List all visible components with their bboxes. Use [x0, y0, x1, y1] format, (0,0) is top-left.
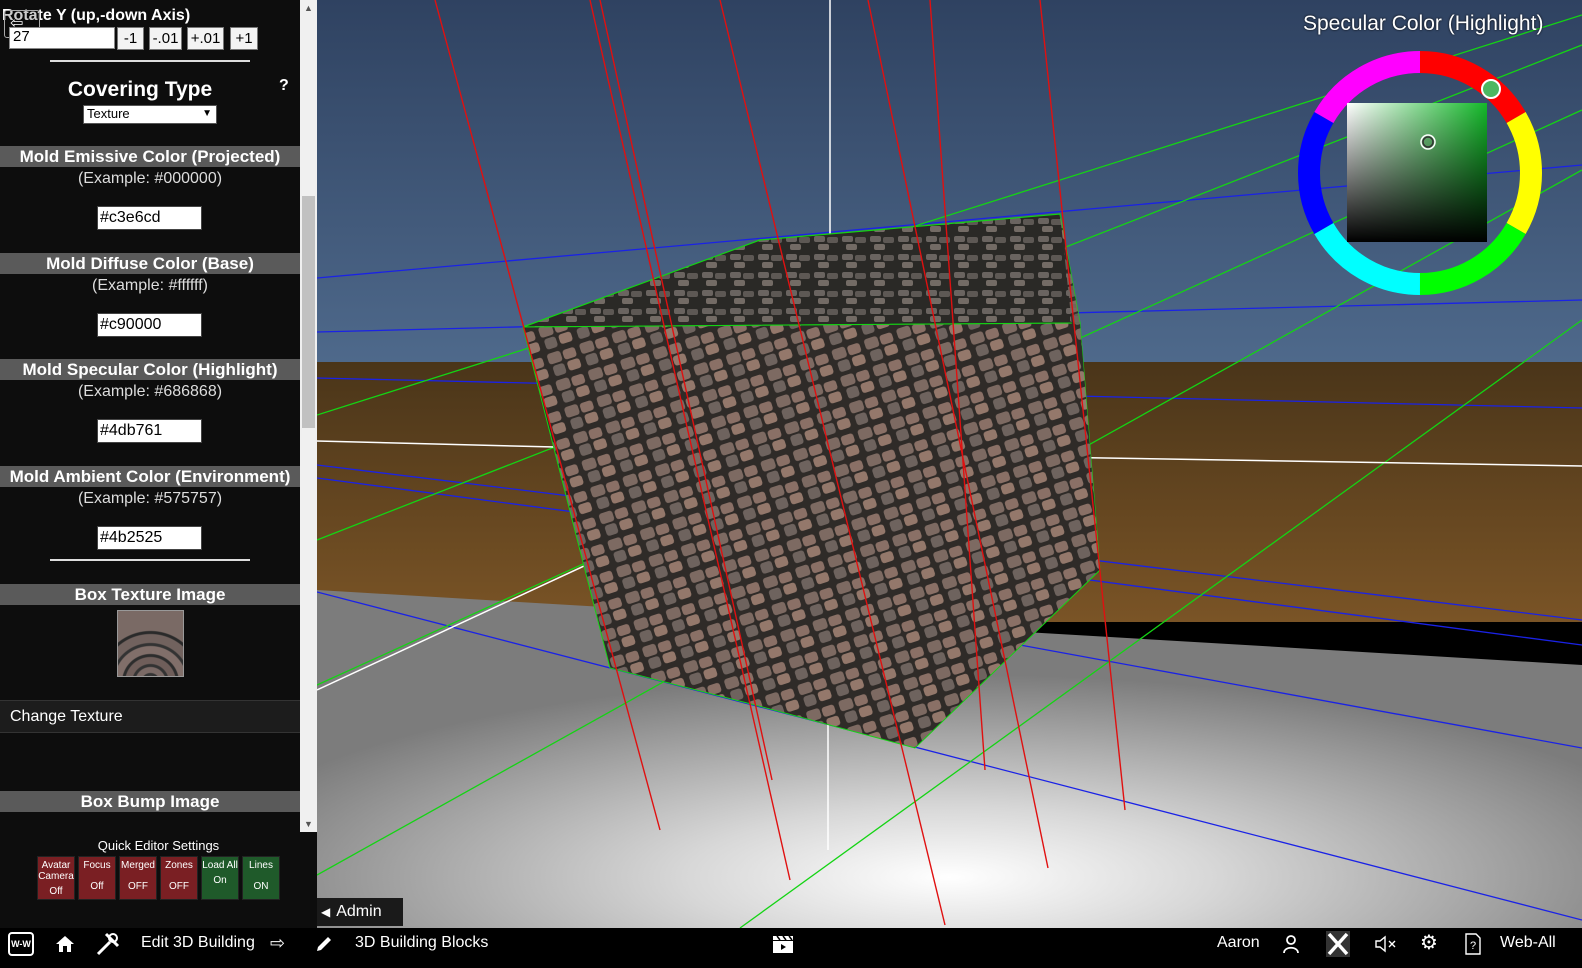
box-texture-thumbnail[interactable] [117, 610, 184, 677]
panel-scrollbar[interactable]: ▲ ▼ [300, 0, 317, 832]
specular-example: (Example: #686868) [77, 383, 223, 400]
3d-viewport[interactable] [317, 0, 1582, 928]
avatar-camera-toggle[interactable]: Avatar Camera Off [37, 856, 75, 900]
scroll-down-icon[interactable]: ▼ [300, 816, 317, 832]
scrollbar-thumb[interactable] [302, 196, 315, 428]
ambient-color-input[interactable]: #4b2525 [97, 526, 202, 550]
close-editor-icon[interactable] [1325, 928, 1353, 960]
toggle-label: Load All [202, 860, 238, 871]
chevron-down-icon: ▼ [202, 108, 212, 119]
specular-color-input[interactable]: #4db761 [97, 419, 202, 443]
edit-3d-building-link[interactable]: Edit 3D Building [141, 928, 255, 960]
specular-color-picker[interactable] [1295, 48, 1545, 298]
quick-editor-settings: Quick Editor Settings Avatar Camera Off … [0, 832, 317, 928]
help-icon[interactable]: ? [1464, 928, 1484, 960]
editor-panel-content: Rotate Y (up,-down Axis) ⇦ 27 -1 -.01 +.… [0, 0, 300, 832]
toggle-state: OFF [128, 881, 148, 892]
diffuse-section-title: Mold Diffuse Color (Base) [0, 253, 300, 274]
pencil-icon[interactable] [315, 928, 335, 960]
admin-label: Admin [336, 903, 382, 920]
rotate-minus-1-button[interactable]: -1 [117, 27, 144, 50]
diffuse-example: (Example: #ffffff) [92, 277, 208, 294]
ambient-example: (Example: #575757) [77, 490, 223, 507]
rotate-y-input[interactable]: 27 [9, 27, 115, 49]
svg-text:?: ? [1470, 940, 1476, 952]
divider [50, 559, 250, 561]
toggle-label: Merged [121, 860, 155, 871]
covering-type-title: Covering Type [67, 78, 213, 101]
covering-type-value: Texture [87, 106, 130, 121]
hue-handle[interactable] [1481, 79, 1501, 99]
toggle-state: OFF [169, 881, 189, 892]
arrow-right-icon[interactable]: ⇨ [270, 928, 290, 960]
change-texture-button[interactable]: Change Texture [0, 700, 300, 733]
toggle-state: Off [90, 881, 104, 892]
ambient-section-title: Mold Ambient Color (Environment) [0, 466, 300, 487]
user-name[interactable]: Aaron [1217, 928, 1260, 960]
toggle-label: Avatar Camera [38, 860, 74, 882]
admin-tab[interactable]: ◀ Admin [317, 898, 403, 926]
tools-icon[interactable] [95, 928, 123, 960]
clapperboard-icon[interactable] [772, 928, 794, 960]
lines-toggle[interactable]: Lines ON [242, 856, 280, 900]
toggle-state: On [213, 875, 227, 886]
caret-left-icon: ◀ [321, 905, 331, 919]
bottom-toolbar: W-W Edit 3D Building ⇨ 3D Building Block… [0, 928, 1582, 968]
covering-type-select[interactable]: Texture ▼ [83, 105, 217, 124]
specular-picker-title: Specular Color (Highlight) [1303, 12, 1544, 35]
merged-toggle[interactable]: Merged OFF [119, 856, 157, 900]
toggle-label: Zones [165, 860, 193, 871]
toggle-label: Lines [249, 860, 273, 871]
3d-building-blocks-link[interactable]: 3D Building Blocks [355, 928, 488, 960]
load-all-toggle[interactable]: Load All On [201, 856, 239, 900]
toggle-label: Focus [83, 860, 111, 871]
emissive-color-input[interactable]: #c3e6cd [97, 206, 202, 230]
mute-icon[interactable] [1375, 928, 1399, 960]
box-bump-title: Box Bump Image [0, 791, 300, 812]
toggle-state: ON [253, 881, 269, 892]
quick-settings-title: Quick Editor Settings [97, 838, 220, 853]
rotate-plus-1-button[interactable]: +1 [230, 27, 258, 50]
toggle-state: Off [49, 886, 63, 897]
rotate-minus-001-button[interactable]: -.01 [149, 27, 182, 50]
help-icon[interactable]: ? [279, 77, 289, 95]
gear-icon[interactable]: ⚙ [1420, 928, 1442, 960]
divider [50, 60, 250, 62]
box-texture-title: Box Texture Image [0, 584, 300, 605]
emissive-section-title: Mold Emissive Color (Projected) [0, 146, 300, 167]
user-icon[interactable] [1282, 928, 1302, 960]
home-icon[interactable] [55, 928, 77, 960]
focus-toggle[interactable]: Focus Off [78, 856, 116, 900]
editor-panel: Rotate Y (up,-down Axis) ⇦ 27 -1 -.01 +.… [0, 0, 317, 928]
specular-section-title: Mold Specular Color (Highlight) [0, 359, 300, 380]
rotate-plus-001-button[interactable]: +.01 [187, 27, 224, 50]
scroll-up-icon[interactable]: ▲ [300, 0, 317, 16]
zones-toggle[interactable]: Zones OFF [160, 856, 198, 900]
emissive-example: (Example: #000000) [77, 170, 223, 187]
diffuse-color-input[interactable]: #c90000 [97, 313, 202, 337]
site-name[interactable]: Web-All [1500, 928, 1556, 960]
logo-icon[interactable]: W-W [8, 932, 34, 956]
